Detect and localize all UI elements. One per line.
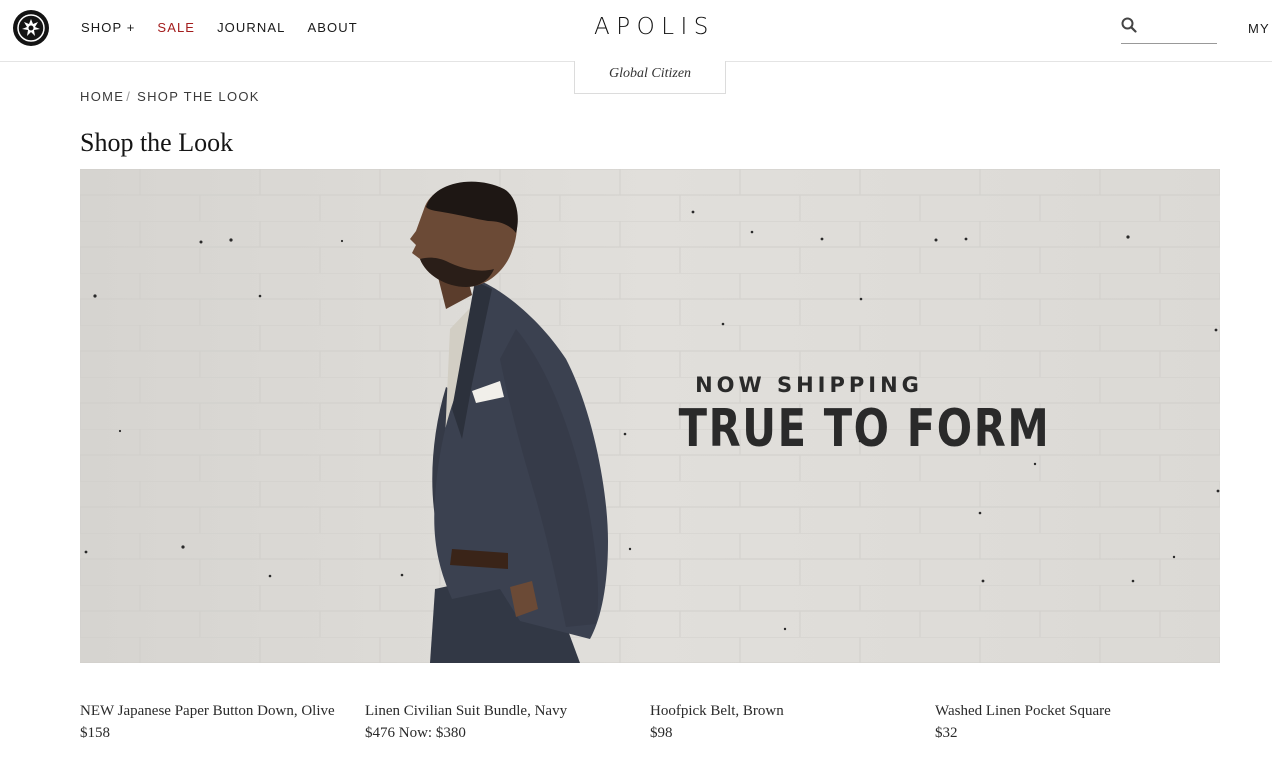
product-price: $158 bbox=[80, 725, 110, 741]
site-header: SHOP + SALE JOURNAL ABOUT APOLIS MY bbox=[0, 0, 1272, 62]
hero-headline: TRUE TO FORM bbox=[678, 399, 1051, 459]
product-price: $476 Now: $380 bbox=[365, 725, 466, 741]
product-name[interactable]: NEW Japanese Paper Button Down, Olive bbox=[80, 702, 365, 720]
product-name[interactable]: Hoofpick Belt, Brown bbox=[650, 702, 935, 720]
nav-about[interactable]: ABOUT bbox=[307, 20, 357, 35]
search-box bbox=[1121, 14, 1217, 44]
hero-eyebrow: NOW SHIPPING bbox=[695, 373, 923, 397]
product-item[interactable]: Linen Civilian Suit Bundle, Navy $476 No… bbox=[365, 702, 650, 743]
breadcrumb: HOME / SHOP THE LOOK bbox=[80, 89, 260, 104]
nav-shop[interactable]: SHOP + bbox=[81, 20, 135, 35]
product-price: $32 bbox=[935, 725, 958, 741]
product-price: $98 bbox=[650, 725, 673, 741]
page-title: Shop the Look bbox=[80, 128, 234, 157]
product-list: NEW Japanese Paper Button Down, Olive $1… bbox=[80, 702, 1220, 743]
account-link[interactable]: MY bbox=[1248, 21, 1270, 36]
hero-text: NOW SHIPPING TRUE TO FORM bbox=[646, 372, 1051, 460]
logo-emblem-icon bbox=[17, 14, 45, 42]
breadcrumb-separator: / bbox=[126, 89, 132, 104]
brand-wordmark[interactable]: APOLIS bbox=[594, 14, 715, 40]
breadcrumb-current: SHOP THE LOOK bbox=[137, 89, 260, 104]
nav-journal[interactable]: JOURNAL bbox=[217, 20, 285, 35]
product-item[interactable]: Washed Linen Pocket Square $32 bbox=[935, 702, 1220, 743]
product-item[interactable]: Hoofpick Belt, Brown $98 bbox=[650, 702, 935, 743]
nav-sale[interactable]: SALE bbox=[157, 20, 195, 35]
product-item[interactable]: NEW Japanese Paper Button Down, Olive $1… bbox=[80, 702, 365, 743]
breadcrumb-home[interactable]: HOME bbox=[80, 89, 124, 104]
brand-tagline: Global Citizen bbox=[574, 61, 726, 94]
brand-logo-icon[interactable] bbox=[13, 10, 49, 46]
product-name[interactable]: Linen Civilian Suit Bundle, Navy bbox=[365, 702, 650, 720]
search-input[interactable] bbox=[1143, 14, 1215, 40]
hero-banner[interactable]: NOW SHIPPING TRUE TO FORM bbox=[80, 169, 1220, 663]
main-nav: SHOP + SALE JOURNAL ABOUT bbox=[81, 20, 380, 35]
search-icon[interactable] bbox=[1121, 17, 1137, 33]
product-name[interactable]: Washed Linen Pocket Square bbox=[935, 702, 1220, 720]
